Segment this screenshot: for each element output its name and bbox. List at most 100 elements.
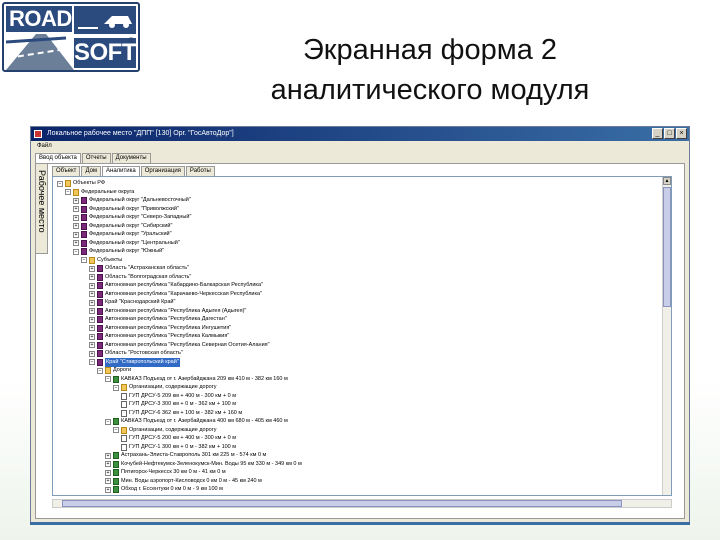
logo-road-icon (6, 34, 74, 70)
collapse-icon[interactable]: − (57, 180, 63, 187)
road-icon (113, 469, 119, 476)
road-icon (113, 460, 119, 468)
book-icon (81, 205, 87, 213)
expand-icon[interactable]: + (105, 469, 111, 476)
road-icon (113, 477, 119, 485)
expand-icon[interactable]: + (89, 350, 95, 357)
collapse-icon[interactable]: − (65, 189, 71, 195)
roadsoft-logo: ROAD SOFT ® (2, 2, 140, 72)
expand-icon[interactable]: + (73, 206, 79, 212)
folder-icon (89, 256, 95, 264)
folder-icon (121, 426, 127, 434)
scroll-thumb[interactable] (663, 187, 671, 307)
expand-icon[interactable]: + (73, 223, 79, 229)
collapse-icon[interactable]: − (105, 418, 111, 425)
book-icon (81, 231, 87, 238)
doc-icon (121, 443, 127, 451)
expand-icon[interactable]: + (105, 461, 111, 467)
doc-icon (121, 392, 127, 400)
tab-object[interactable]: Объект (52, 166, 81, 176)
road-icon (113, 375, 119, 383)
expand-icon[interactable]: + (89, 316, 95, 323)
tree-row-label: Обход г. Ессентуки 0 км 0 м - 9 км 100 м (121, 486, 223, 492)
scroll-up-arrow-icon[interactable]: ▲ (663, 177, 671, 185)
expand-icon[interactable]: + (89, 265, 95, 272)
tab-documents[interactable]: Документы (111, 153, 151, 163)
book-icon (81, 239, 87, 247)
logo-car-icon (74, 6, 136, 34)
window-titlebar[interactable]: Локальное рабочее место "ДПП" [130] Орг.… (31, 127, 689, 141)
book-icon (97, 282, 103, 289)
logo-road-word: ROAD (6, 6, 72, 32)
collapse-icon[interactable]: − (113, 427, 119, 433)
slide-bottom-rule (30, 522, 690, 525)
road-icon (113, 418, 119, 425)
expand-icon[interactable]: + (89, 333, 95, 340)
object-tree[interactable]: ▲ − Объекты РФ − Федеральные округа + Федерал… (52, 176, 672, 496)
book-icon (97, 299, 103, 306)
registered-mark: ® (128, 36, 134, 45)
folder-icon (73, 188, 79, 196)
book-icon (81, 222, 87, 230)
collapse-icon[interactable]: − (97, 367, 103, 374)
tab-house[interactable]: Дом (81, 166, 102, 176)
menu-bar: Файл (31, 141, 689, 151)
book-icon (81, 197, 87, 204)
slide-title: Экранная форма 2 аналитического модуля (150, 30, 710, 110)
collapse-icon[interactable]: − (113, 384, 119, 391)
expand-icon[interactable]: + (89, 308, 95, 314)
book-icon (97, 273, 103, 281)
tab-object-input[interactable]: Ввод объекта (35, 153, 81, 163)
expand-icon[interactable]: + (73, 231, 79, 238)
collapse-icon[interactable]: − (105, 376, 111, 382)
book-icon (97, 316, 103, 323)
book-icon (97, 265, 103, 272)
tree-horizontal-scrollbar[interactable] (52, 499, 672, 508)
tab-analytics[interactable]: Аналитика (102, 166, 140, 176)
tree-vertical-scrollbar[interactable]: ▲ (662, 177, 671, 495)
horizontal-scroll-thumb[interactable] (62, 500, 622, 507)
expand-icon[interactable]: + (89, 342, 95, 348)
folder-icon (65, 180, 71, 187)
book-icon (81, 214, 87, 221)
book-icon (97, 341, 103, 349)
top-tabs: Ввод объекта Отчеты Документы (35, 153, 152, 163)
menu-file[interactable]: Файл (37, 143, 52, 149)
doc-icon (121, 435, 127, 442)
inner-tabs: Объект Дом Аналитика Организация Работы (52, 166, 216, 176)
folder-icon (105, 367, 111, 374)
doc-icon (121, 409, 127, 417)
expand-icon[interactable]: + (89, 325, 95, 331)
collapse-icon[interactable]: − (89, 359, 95, 365)
logo-soft-word: SOFT (74, 38, 137, 68)
tree-row[interactable]: + Обход г. Ессентуки 0 км 0 м - 9 км 100 … (105, 485, 223, 494)
book-icon (81, 248, 87, 255)
maximize-button[interactable]: □ (664, 128, 675, 139)
collapse-icon[interactable]: − (81, 257, 87, 263)
tab-reports[interactable]: Отчеты (81, 153, 111, 163)
collapse-icon[interactable]: − (73, 248, 79, 255)
road-icon (113, 486, 119, 493)
book-icon (97, 324, 103, 332)
window-title: Локальное рабочее место "ДПП" [130] Орг.… (47, 130, 234, 137)
close-button[interactable]: × (676, 128, 687, 139)
road-icon (113, 452, 119, 459)
content-area: Рабочее место Объект Дом Аналитика Орган… (35, 163, 685, 519)
tab-organization[interactable]: Организация (140, 166, 185, 176)
tab-works[interactable]: Работы (185, 166, 215, 176)
expand-icon[interactable]: + (105, 452, 111, 459)
minimize-button[interactable]: _ (652, 128, 663, 139)
expand-icon[interactable]: + (89, 291, 95, 297)
expand-icon[interactable]: + (73, 240, 79, 246)
expand-icon[interactable]: + (105, 486, 111, 493)
book-icon (97, 350, 103, 357)
expand-icon[interactable]: + (105, 478, 111, 484)
expand-icon[interactable]: + (89, 274, 95, 280)
expand-icon[interactable]: + (73, 214, 79, 221)
expand-icon[interactable]: + (73, 197, 79, 204)
book-icon (97, 290, 103, 298)
workplace-vertical-tab[interactable]: Рабочее место (36, 164, 48, 254)
expand-icon[interactable]: + (89, 282, 95, 289)
book-icon (97, 358, 103, 366)
expand-icon[interactable]: + (89, 299, 95, 306)
